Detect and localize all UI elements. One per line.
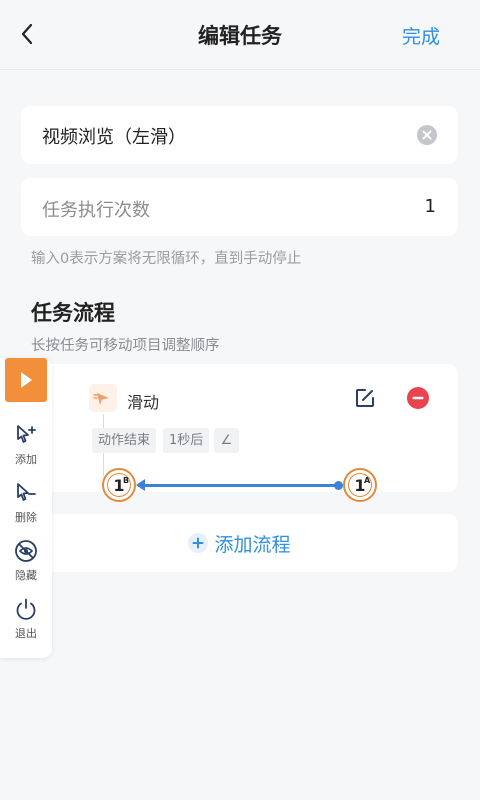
step-tag-angle[interactable]: ∠ [214,428,239,453]
toolbar-hide-button[interactable]: 隐藏 [0,538,52,583]
play-button[interactable] [5,358,47,402]
swipe-end-marker-letter: B [123,476,130,485]
task-name-field[interactable]: 视频浏览（左滑） [21,106,458,164]
toolbar-delete-button[interactable]: 删除 [0,480,52,525]
swipe-end-marker-number: 1 [113,476,125,495]
plus-circle-icon [188,533,209,553]
flow-step-label: 滑动 [127,393,160,412]
task-name-value: 视频浏览（左滑） [42,127,186,148]
execution-count-field[interactable]: 任务执行次数 1 [21,178,458,236]
toolbar-exit-label: 退出 [15,627,37,640]
cursor-minus-icon [17,483,36,501]
swipe-start-marker-letter: A [364,476,371,485]
toolbar-hide-label: 隐藏 [15,569,37,582]
swipe-arrowhead [136,479,145,491]
flow-step-card[interactable]: 滑动 动作结束 1秒后 ∠ [21,364,458,492]
edit-task-screen: 编辑任务 完成 视频浏览（左滑） 任务执行次数 1 输入0表示方案将无限循环，直… [0,0,480,800]
step-tag-action-end[interactable]: 动作结束 [92,428,157,453]
swipe-icon [89,384,117,412]
clear-icon[interactable] [416,124,438,146]
done-button[interactable]: 完成 [402,22,440,49]
header-bar: 编辑任务 完成 [0,0,480,70]
toolbar-add-button[interactable]: 添加 [0,422,52,467]
execution-count-label: 任务执行次数 [42,200,150,221]
flow-section-title: 任务流程 [31,301,115,325]
floating-toolbar: 添加 删除 隐藏 退出 [0,358,52,658]
edit-icon[interactable] [354,387,376,409]
toolbar-delete-label: 删除 [15,511,37,524]
eye-off-icon [15,540,37,562]
toolbar-add-label: 添加 [15,453,37,466]
toolbar-exit-button[interactable]: 退出 [0,596,52,641]
swipe-start-marker-number: 1 [354,476,366,495]
execution-count-hint: 输入0表示方案将无限循环，直到手动停止 [31,251,302,267]
execution-count-value[interactable]: 1 [425,196,436,217]
power-icon [16,598,36,620]
flow-section-subtitle: 长按任务可移动项目调整顺序 [31,338,220,354]
swipe-start-marker[interactable]: 1 A [343,468,377,502]
swipe-end-marker[interactable]: 1 B [102,468,136,502]
remove-step-icon[interactable] [407,387,429,409]
play-icon [21,372,32,388]
add-flow-button[interactable]: 添加流程 [21,514,458,572]
swipe-start-dot [334,481,343,490]
swipe-path-line [138,484,338,487]
cursor-plus-icon [17,425,36,443]
add-flow-label: 添加流程 [214,534,291,556]
step-tag-delay[interactable]: 1秒后 [163,428,210,453]
